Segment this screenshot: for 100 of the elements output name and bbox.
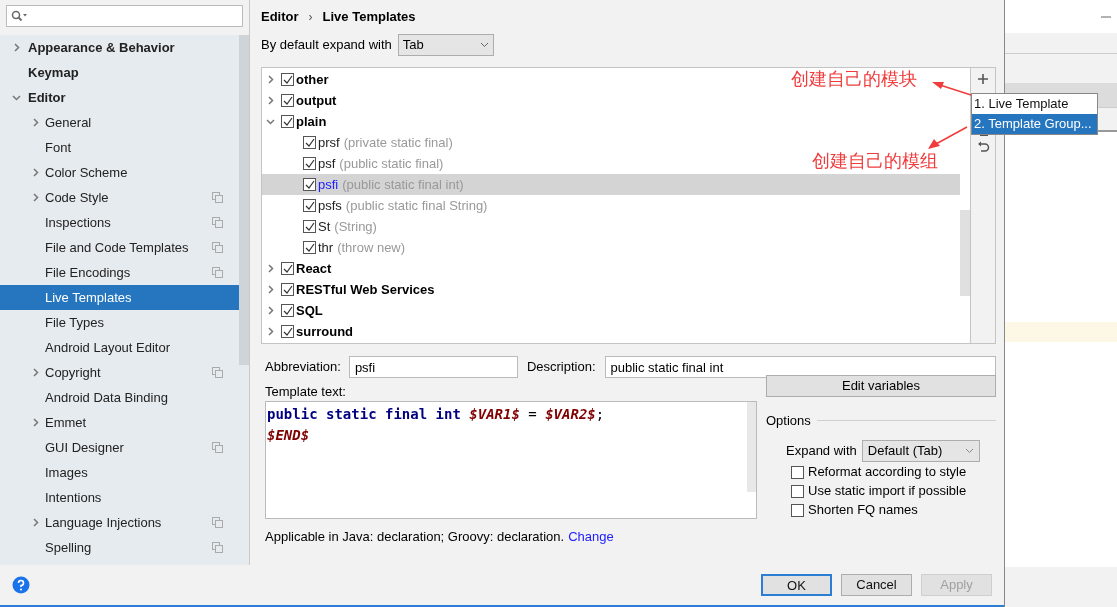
abbreviation-field[interactable]: psfi (348, 356, 518, 378)
dialog-button[interactable]: Cancel (841, 574, 912, 596)
sidebar-item[interactable]: File and Code Templates (0, 235, 239, 260)
sidebar-item[interactable]: Inspections (0, 210, 239, 235)
sidebar-item[interactable]: Font (0, 135, 239, 160)
scrollbar[interactable] (747, 402, 756, 492)
scrollbar[interactable] (239, 35, 249, 365)
description-field[interactable]: public static final int (604, 356, 996, 378)
chevron-down-icon[interactable] (266, 117, 275, 126)
breadcrumb-item: Editor (261, 7, 299, 26)
dialog-button[interactable]: OK (761, 574, 832, 596)
chevron-down-icon[interactable] (12, 93, 21, 102)
template-group[interactable]: React (296, 258, 332, 279)
template-description: (private static final) (343, 133, 453, 152)
sidebar-item[interactable]: Copyright (0, 360, 239, 385)
template-row[interactable]: prsf (private static final) (262, 132, 457, 153)
sidebar-item[interactable]: Editor (0, 85, 239, 110)
copy-icon (212, 192, 223, 203)
sidebar-item[interactable]: Color Scheme (0, 160, 239, 185)
sidebar-item[interactable]: File Encodings (0, 260, 239, 285)
template-row[interactable]: psfs (public static final String) (262, 195, 492, 216)
expand-with-dropdown[interactable]: Default (Tab) (861, 439, 980, 462)
sidebar-item[interactable]: Emmet (0, 410, 239, 435)
sidebar-item[interactable]: General (0, 110, 239, 135)
menu-item[interactable]: 2. Template Group... (972, 114, 1097, 134)
chevron-right-icon[interactable] (31, 518, 40, 527)
chevron-right-icon[interactable] (266, 285, 275, 294)
checkbox[interactable] (281, 283, 294, 296)
template-abbreviation: thr (318, 238, 334, 257)
checkbox[interactable] (281, 262, 294, 275)
chevron-right-icon[interactable] (31, 193, 40, 202)
sidebar-item[interactable]: Android Data Binding (0, 385, 239, 410)
code-token: public static final int (267, 405, 461, 424)
checkbox[interactable] (303, 241, 316, 254)
template-description: (String) (334, 217, 377, 236)
template-row[interactable]: thr (throw new) (262, 237, 410, 258)
copy-icon (212, 242, 223, 253)
checkbox[interactable] (281, 304, 294, 317)
chevron-right-icon[interactable] (31, 418, 40, 427)
chevron-right-icon[interactable] (12, 43, 21, 52)
expand-dropdown[interactable]: Tab (397, 34, 494, 56)
template-row[interactable]: psf (public static final) (262, 153, 448, 174)
change-link[interactable]: Change (568, 526, 614, 547)
checkbox[interactable] (281, 73, 294, 86)
chevron-right-icon[interactable] (266, 327, 275, 336)
template-abbreviation: prsf (318, 133, 340, 152)
checkbox[interactable] (281, 115, 294, 128)
annotation-arrow (926, 126, 968, 150)
template-abbreviation: psf (318, 154, 336, 173)
template-row[interactable]: psfi (public static final int) (262, 174, 960, 195)
checkbox[interactable] (303, 136, 316, 149)
template-description: (public static final int) (342, 175, 464, 194)
sidebar-item[interactable]: File Types (0, 310, 239, 335)
sidebar-item[interactable]: Intentions (0, 485, 239, 510)
sidebar-item[interactable]: Spelling (0, 535, 239, 560)
checkbox[interactable] (791, 465, 804, 479)
checkbox[interactable] (303, 199, 316, 212)
template-group[interactable]: other (296, 69, 329, 90)
template-description: (throw new) (337, 238, 406, 257)
sidebar-item[interactable]: Keymap (0, 60, 239, 85)
template-group[interactable]: plain (296, 111, 327, 132)
sidebar-item[interactable]: Code Style (0, 185, 239, 210)
annotation-text: 创建自己的模组 (812, 151, 938, 171)
template-group[interactable]: surround (296, 321, 354, 342)
template-row[interactable]: St (String) (262, 216, 381, 237)
search-field[interactable] (6, 5, 243, 27)
menu-item[interactable]: 1. Live Template (972, 94, 1097, 114)
checkbox[interactable] (303, 157, 316, 170)
applicable-text: Applicable in Java: declaration; Groovy: declaration. (265, 527, 565, 546)
scrollbar[interactable] (960, 210, 970, 296)
sidebar-item[interactable]: Language Injections (0, 510, 239, 535)
sidebar-item[interactable]: GUI Designer (0, 435, 239, 460)
chevron-right-icon[interactable] (266, 264, 275, 273)
template-abbreviation: St (318, 217, 331, 236)
sidebar-item[interactable]: Images (0, 460, 239, 485)
sidebar-item[interactable]: Android Layout Editor (0, 335, 239, 360)
checkbox[interactable] (303, 220, 316, 233)
undo-icon[interactable] (976, 141, 990, 154)
template-group[interactable]: SQL (296, 300, 323, 321)
chevron-right-icon[interactable] (31, 168, 40, 177)
chevron-right-icon[interactable] (266, 96, 275, 105)
sidebar-item[interactable]: Appearance & Behavior (0, 35, 239, 60)
chevron-right-icon[interactable] (266, 75, 275, 84)
checkbox[interactable] (303, 178, 316, 191)
chevron-right-icon[interactable] (31, 368, 40, 377)
checkbox[interactable] (791, 503, 804, 517)
template-group[interactable]: output (296, 90, 337, 111)
checkbox[interactable] (791, 484, 804, 498)
template-text-editor[interactable]: public static final int $VAR1$ = $VAR2$; $END$ (265, 401, 757, 519)
expand-label: By default expand with (261, 36, 392, 55)
template-group[interactable]: RESTful Web Services (296, 279, 435, 300)
checkbox[interactable] (281, 325, 294, 338)
checkbox[interactable] (281, 94, 294, 107)
chevron-right-icon[interactable] (266, 306, 275, 315)
chevron-right-icon[interactable] (31, 118, 40, 127)
add-icon[interactable] (977, 73, 989, 85)
copy-icon (212, 267, 223, 278)
help-icon[interactable] (12, 576, 30, 594)
code-token: = (527, 405, 538, 424)
sidebar-item[interactable]: Live Templates (0, 285, 239, 310)
